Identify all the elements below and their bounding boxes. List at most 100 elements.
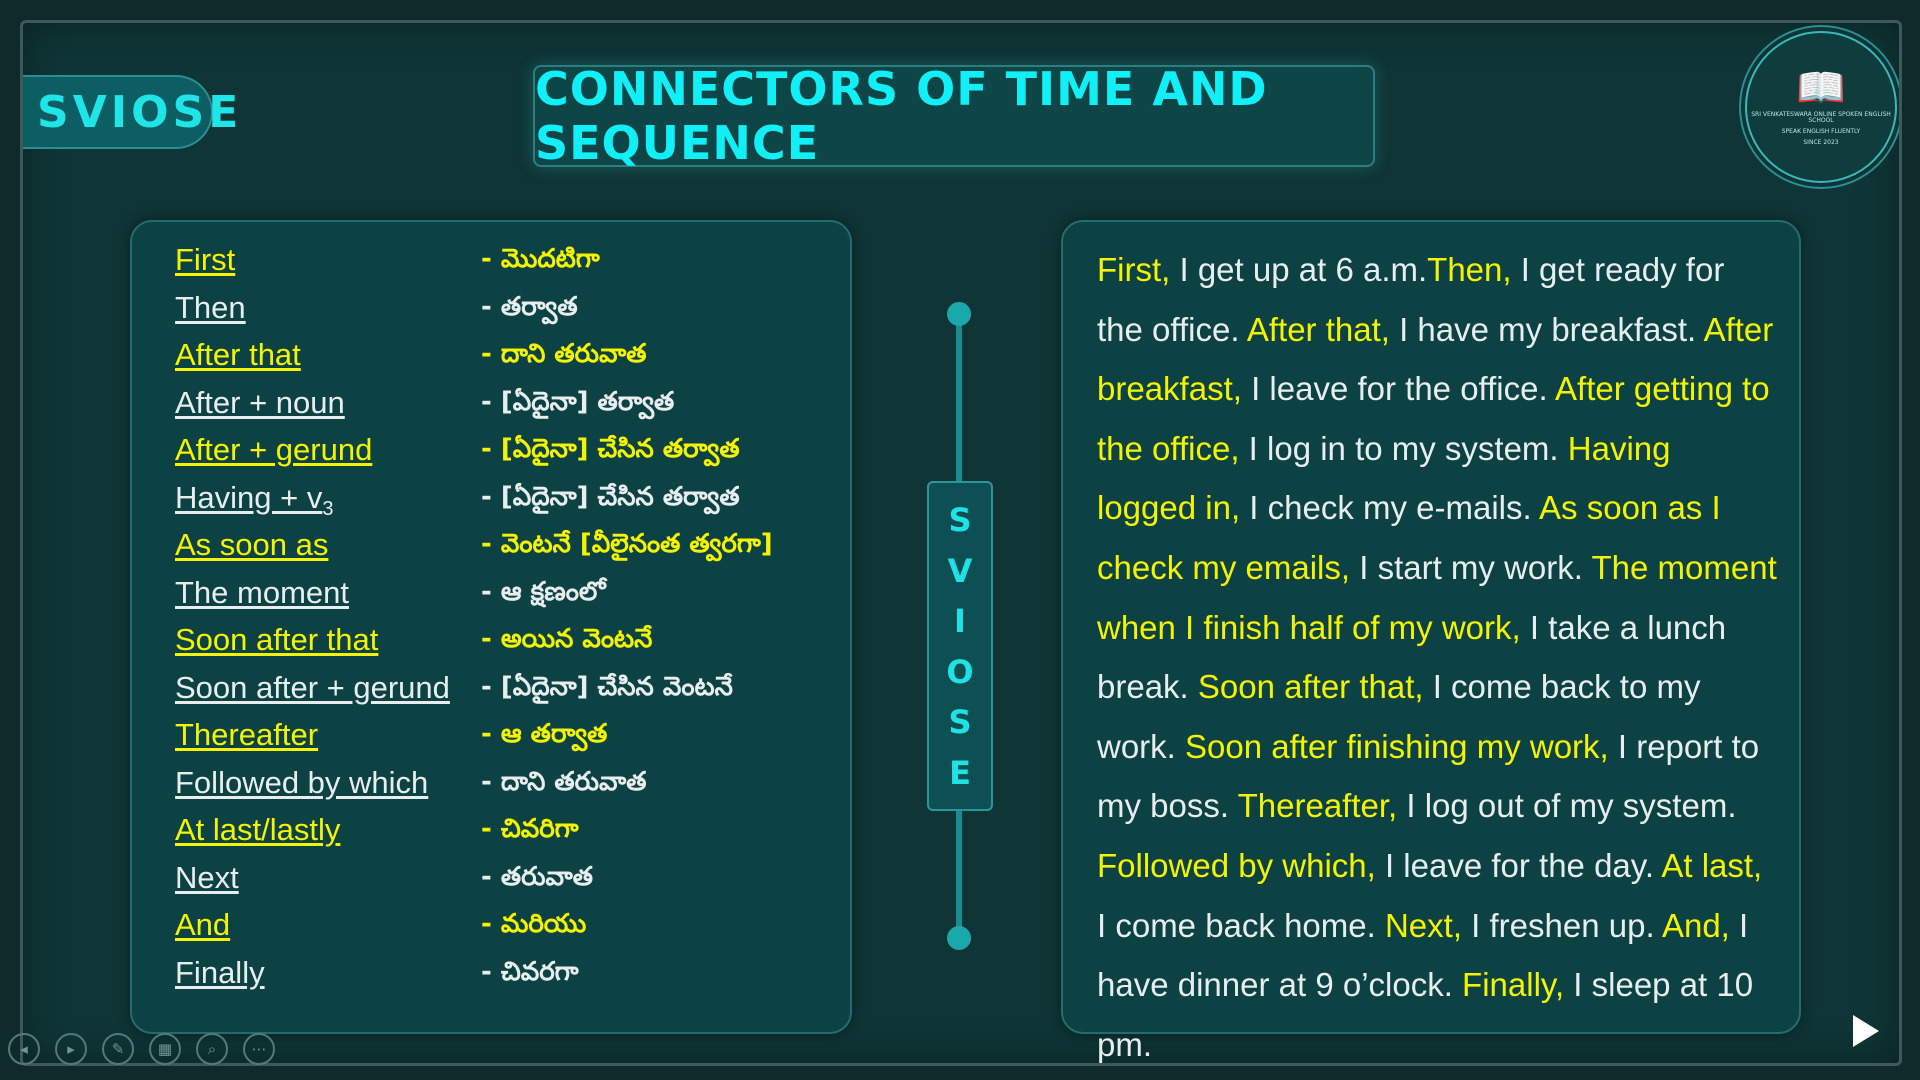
connector-row: And - మరియు <box>132 907 850 953</box>
more-options-icon: ⋯ <box>251 1040 267 1058</box>
connector-telugu: - తర్వాత <box>481 291 578 322</box>
paragraph-connector: First, <box>1097 251 1171 288</box>
play-icon[interactable] <box>1853 1015 1879 1047</box>
connector-row: At last/lastly - చివరిగా <box>132 812 850 858</box>
connector-row: After + gerund - [ఏదైనా] చేసిన తర్వాత <box>132 432 850 478</box>
connector-english-text: First <box>175 242 236 277</box>
connector-telugu: - [ఏదైనా] చేసిన తర్వాత <box>481 434 740 464</box>
connector-telugu: - అయిన వెంటనే <box>481 624 653 654</box>
connector-english: Having + v3 <box>175 480 333 521</box>
paragraph-connector: At last, <box>1661 846 1763 884</box>
paragraph-connector: Finally, <box>1462 966 1565 1004</box>
connector-telugu: - వెంటనే [వీలైనంత త్వరగా] <box>481 529 773 559</box>
connector-row: Soon after + gerund - [ఏదైనా] చేసిన వెంటన… <box>132 670 850 716</box>
connector-english: At last/lastly <box>175 812 340 848</box>
connector-english-text: At last/lastly <box>175 812 341 847</box>
vertical-label-letter: S <box>948 501 972 539</box>
example-paragraph: First, I get up at 6 a.m.Then, I get rea… <box>1097 240 1777 1063</box>
zoom-button[interactable]: ⌕ <box>196 1033 228 1065</box>
previous-slide-icon: ◂ <box>20 1040 28 1058</box>
brand-tag-text: SVIOSE <box>37 86 243 138</box>
connector-english-text: After + noun <box>175 384 345 420</box>
paragraph-text: I leave for the office. <box>1241 370 1556 408</box>
paragraph-text: I log in to my system. <box>1239 429 1568 467</box>
connector-english-text: Followed by which <box>175 764 429 800</box>
vertical-label-letter: O <box>946 652 974 691</box>
connector-english: After + noun <box>175 385 345 421</box>
connector-telugu: - మరియు <box>481 909 587 939</box>
connector-english: Finally <box>175 955 265 991</box>
connector-english: First <box>175 242 235 278</box>
connector-english: Next <box>175 860 239 896</box>
more-options-button[interactable]: ⋯ <box>243 1033 275 1065</box>
connector-row: Finally - చివరగా <box>132 955 850 1001</box>
connector-english-text: Next <box>175 859 239 895</box>
paragraph-text: I check my e-mails. <box>1240 489 1540 527</box>
next-slide-button[interactable]: ▸ <box>55 1033 87 1065</box>
paragraph-text: I come back home. <box>1097 906 1385 944</box>
connector-row: First - మొదటిగా <box>132 242 850 288</box>
paragraph-connector: Soon after finishing my work, <box>1185 727 1609 765</box>
slides-overview-icon: ▦ <box>157 1040 173 1058</box>
brand-tag: SVIOSE <box>23 75 238 149</box>
paragraph-connector: And, <box>1661 906 1730 944</box>
connector-row: Thereafter - ఆ తర్వాత <box>132 717 850 763</box>
slide-title: CONNECTORS OF TIME AND SEQUENCE <box>535 62 1268 170</box>
connector-telugu: - తరువాత <box>481 861 593 892</box>
book-icon: 📖 <box>1796 64 1846 111</box>
timeline-line-bottom <box>956 807 962 937</box>
connector-english-text: Thereafter <box>175 717 319 752</box>
connector-telugu: - [ఏదైనా] చేసిన తర్వాత <box>481 481 740 512</box>
paragraph-connector: Next, <box>1384 906 1462 944</box>
paragraph-connector: Soon after that, <box>1197 668 1424 706</box>
slide: SVIOSE CONNECTORS OF TIME AND SEQUENCE 📖… <box>20 20 1902 1066</box>
connector-telugu: - దాని తరువాత <box>481 339 647 369</box>
connector-telugu: - చివరిగా <box>481 814 579 844</box>
slide-title-box: CONNECTORS OF TIME AND SEQUENCE <box>533 62 1375 170</box>
example-paragraph-panel: First, I get up at 6 a.m.Then, I get rea… <box>1061 220 1801 1063</box>
vertical-label-letter: V <box>947 551 973 590</box>
connector-english: Then <box>175 290 246 326</box>
connector-english-text: And <box>175 907 231 942</box>
vertical-label-letter: I <box>954 602 966 640</box>
connector-english-text: After + gerund <box>175 432 373 467</box>
connector-english-text: Soon after that <box>175 622 379 657</box>
connector-telugu: - ఆ క్షణంలో <box>481 576 606 607</box>
paragraph-connector: Followed by which, <box>1097 846 1376 884</box>
connector-row: Soon after that - అయిన వెంటనే <box>132 622 850 668</box>
connector-row: After + noun - [ఏదైనా] తర్వాత <box>132 385 850 431</box>
pen-tool-icon: ✎ <box>111 1040 125 1058</box>
connector-english: After + gerund <box>175 432 372 468</box>
vertical-label-letter: E <box>949 753 971 792</box>
connector-telugu: - చివరగా <box>481 956 579 987</box>
paragraph-text: I start my work. <box>1350 548 1592 586</box>
connector-english: As soon as <box>175 527 328 563</box>
logo-school-name: SRI VENKATESWARA ONLINE SPOKEN ENGLISH S… <box>1751 110 1891 125</box>
connector-row: Having + v3 - [ఏదైనా] చేసిన తర్వాత <box>132 480 850 526</box>
connector-row: Next - తరువాత <box>132 860 850 906</box>
connector-english: Soon after + gerund <box>175 670 450 706</box>
paragraph-text: I leave for the day. <box>1375 846 1662 884</box>
connector-english-text: Having + v <box>175 479 323 515</box>
connector-row: Then - తర్వాత <box>132 290 850 336</box>
connector-telugu: - ఆ తర్వాత <box>481 719 608 749</box>
connector-row: Followed by which - దాని తరువాత <box>132 765 850 811</box>
slides-overview-button[interactable]: ▦ <box>149 1033 181 1065</box>
connector-telugu: - [ఏదైనా] తర్వాత <box>481 386 675 417</box>
pen-tool-button[interactable]: ✎ <box>102 1033 134 1065</box>
connector-english-text: Soon after + gerund <box>175 669 450 705</box>
connector-english-text: Finally <box>175 954 265 990</box>
logo-tagline: SPEAK ENGLISH FLUENTLY <box>1781 128 1861 135</box>
next-slide-icon: ▸ <box>67 1040 75 1058</box>
previous-slide-button[interactable]: ◂ <box>8 1033 40 1065</box>
vertical-brand-label: SVIOSE <box>927 481 993 811</box>
connector-english: And <box>175 907 230 943</box>
connector-row: After that - దాని తరువాత <box>132 337 850 383</box>
vertical-label-letter: S <box>948 703 972 741</box>
connector-english: Thereafter <box>175 717 318 753</box>
paragraph-text: I get up at 6 a.m. <box>1170 251 1428 288</box>
paragraph-connector: Then, <box>1427 251 1512 288</box>
paragraph-connector: Thereafter, <box>1237 787 1398 825</box>
connector-english-text: As soon as <box>175 527 329 562</box>
connector-english-text: After that <box>175 337 301 372</box>
